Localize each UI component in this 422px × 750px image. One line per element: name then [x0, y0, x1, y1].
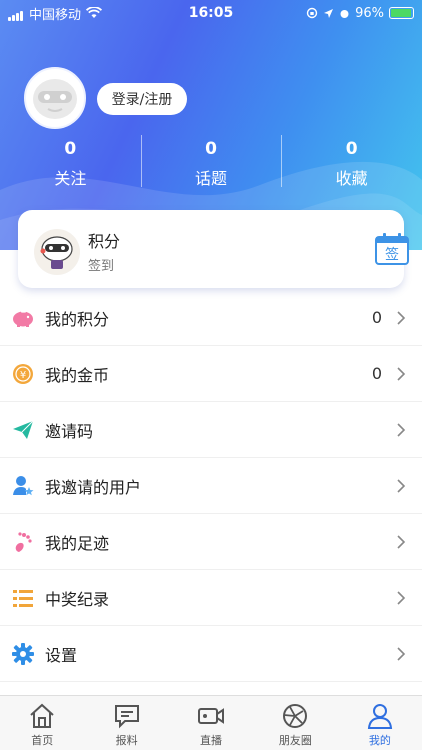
stat-value: 0 [345, 139, 358, 159]
tab-label: 我的 [368, 734, 391, 747]
points-card-title: 积分 [88, 232, 121, 251]
menu-label: 中奖纪录 [45, 589, 110, 609]
calendar-checkin-icon[interactable]: 签 [374, 232, 410, 266]
stat-topics[interactable]: 0 话题 [140, 135, 282, 190]
chevron-right-icon [397, 366, 406, 381]
carrier-label: 中国移动 [29, 7, 82, 23]
tab-live[interactable]: 直播 [169, 696, 253, 750]
tab-label: 朋友圈 [278, 734, 312, 747]
robot-mascot-icon [34, 229, 80, 275]
menu-label: 邀请码 [45, 421, 94, 441]
battery-icon [389, 7, 414, 19]
stats-row: 0 关注 0 话题 0 收藏 [0, 135, 422, 190]
points-card[interactable]: 积分 签到 签 [18, 210, 409, 288]
stat-value: 0 [64, 139, 77, 159]
coin-icon: ¥ [11, 362, 35, 386]
menu-list: 我的积分 0 ¥ 我的金币 0 邀请码 我邀请的用户 我的足迹 中奖纪录 设置 [0, 290, 422, 682]
menu-item-my-points[interactable]: 我的积分 0 [0, 290, 422, 346]
piggy-bank-icon [11, 306, 35, 330]
status-time: 16:05 [188, 5, 234, 21]
aperture-icon [283, 704, 308, 728]
tab-label: 直播 [200, 734, 223, 747]
chevron-right-icon [397, 590, 406, 605]
login-register-button[interactable]: 登录/注册 [97, 83, 187, 115]
menu-item-prize-records[interactable]: 中奖纪录 [0, 570, 422, 626]
home-icon [30, 703, 54, 728]
footprint-icon [11, 530, 35, 554]
message-icon [114, 705, 139, 729]
tab-me[interactable]: 我的 [338, 696, 422, 750]
menu-label: 设置 [45, 645, 78, 665]
menu-item-invite-code[interactable]: 邀请码 [0, 402, 422, 458]
status-bar: 中国移动 16:05 96% [0, 0, 422, 26]
calendar-text: 签 [385, 246, 399, 263]
alarm-icon [340, 9, 349, 18]
menu-label: 我邀请的用户 [45, 477, 142, 497]
menu-value: 0 [371, 364, 382, 383]
avatar[interactable] [24, 67, 86, 129]
stat-value: 0 [205, 139, 217, 159]
tab-moments[interactable]: 朋友圈 [253, 696, 337, 750]
gear-icon [11, 642, 35, 666]
stat-following[interactable]: 0 关注 [0, 135, 141, 190]
chevron-right-icon [397, 422, 406, 437]
chevron-right-icon [397, 310, 406, 325]
chevron-right-icon [397, 478, 406, 493]
signal-icon [8, 6, 24, 21]
stat-favorites[interactable]: 0 收藏 [281, 135, 422, 190]
svg-text:¥: ¥ [20, 370, 26, 381]
menu-label: 我的足迹 [45, 533, 110, 553]
tab-report[interactable]: 报料 [84, 696, 168, 750]
user-star-icon [11, 474, 35, 498]
menu-label: 我的金币 [45, 365, 110, 385]
tab-home[interactable]: 首页 [0, 696, 84, 750]
stat-label: 话题 [195, 169, 228, 188]
bottom-tab-bar: 首页 报料 直播 朋友圈 我的 [0, 695, 422, 750]
stat-label: 收藏 [335, 169, 368, 188]
tab-label: 报料 [115, 734, 138, 747]
robot-avatar [34, 229, 80, 275]
chevron-right-icon [397, 534, 406, 549]
robot-avatar-icon [33, 79, 77, 119]
menu-item-settings[interactable]: 设置 [0, 626, 422, 682]
battery-percent: 96% [355, 5, 384, 21]
tab-label: 首页 [31, 734, 54, 747]
stat-label: 关注 [54, 169, 87, 188]
menu-item-invited-users[interactable]: 我邀请的用户 [0, 458, 422, 514]
paper-plane-icon [11, 418, 35, 442]
location-icon [324, 8, 334, 18]
menu-value: 0 [371, 308, 382, 327]
video-camera-icon [198, 708, 225, 724]
rotation-lock-icon [306, 7, 318, 19]
menu-item-footprints[interactable]: 我的足迹 [0, 514, 422, 570]
user-icon [367, 704, 392, 729]
menu-label: 我的积分 [45, 309, 110, 329]
checkin-label: 签到 [88, 259, 115, 274]
chevron-right-icon [397, 646, 406, 661]
list-icon [11, 586, 35, 610]
menu-item-my-coins[interactable]: ¥ 我的金币 0 [0, 346, 422, 402]
wifi-icon [86, 7, 103, 18]
